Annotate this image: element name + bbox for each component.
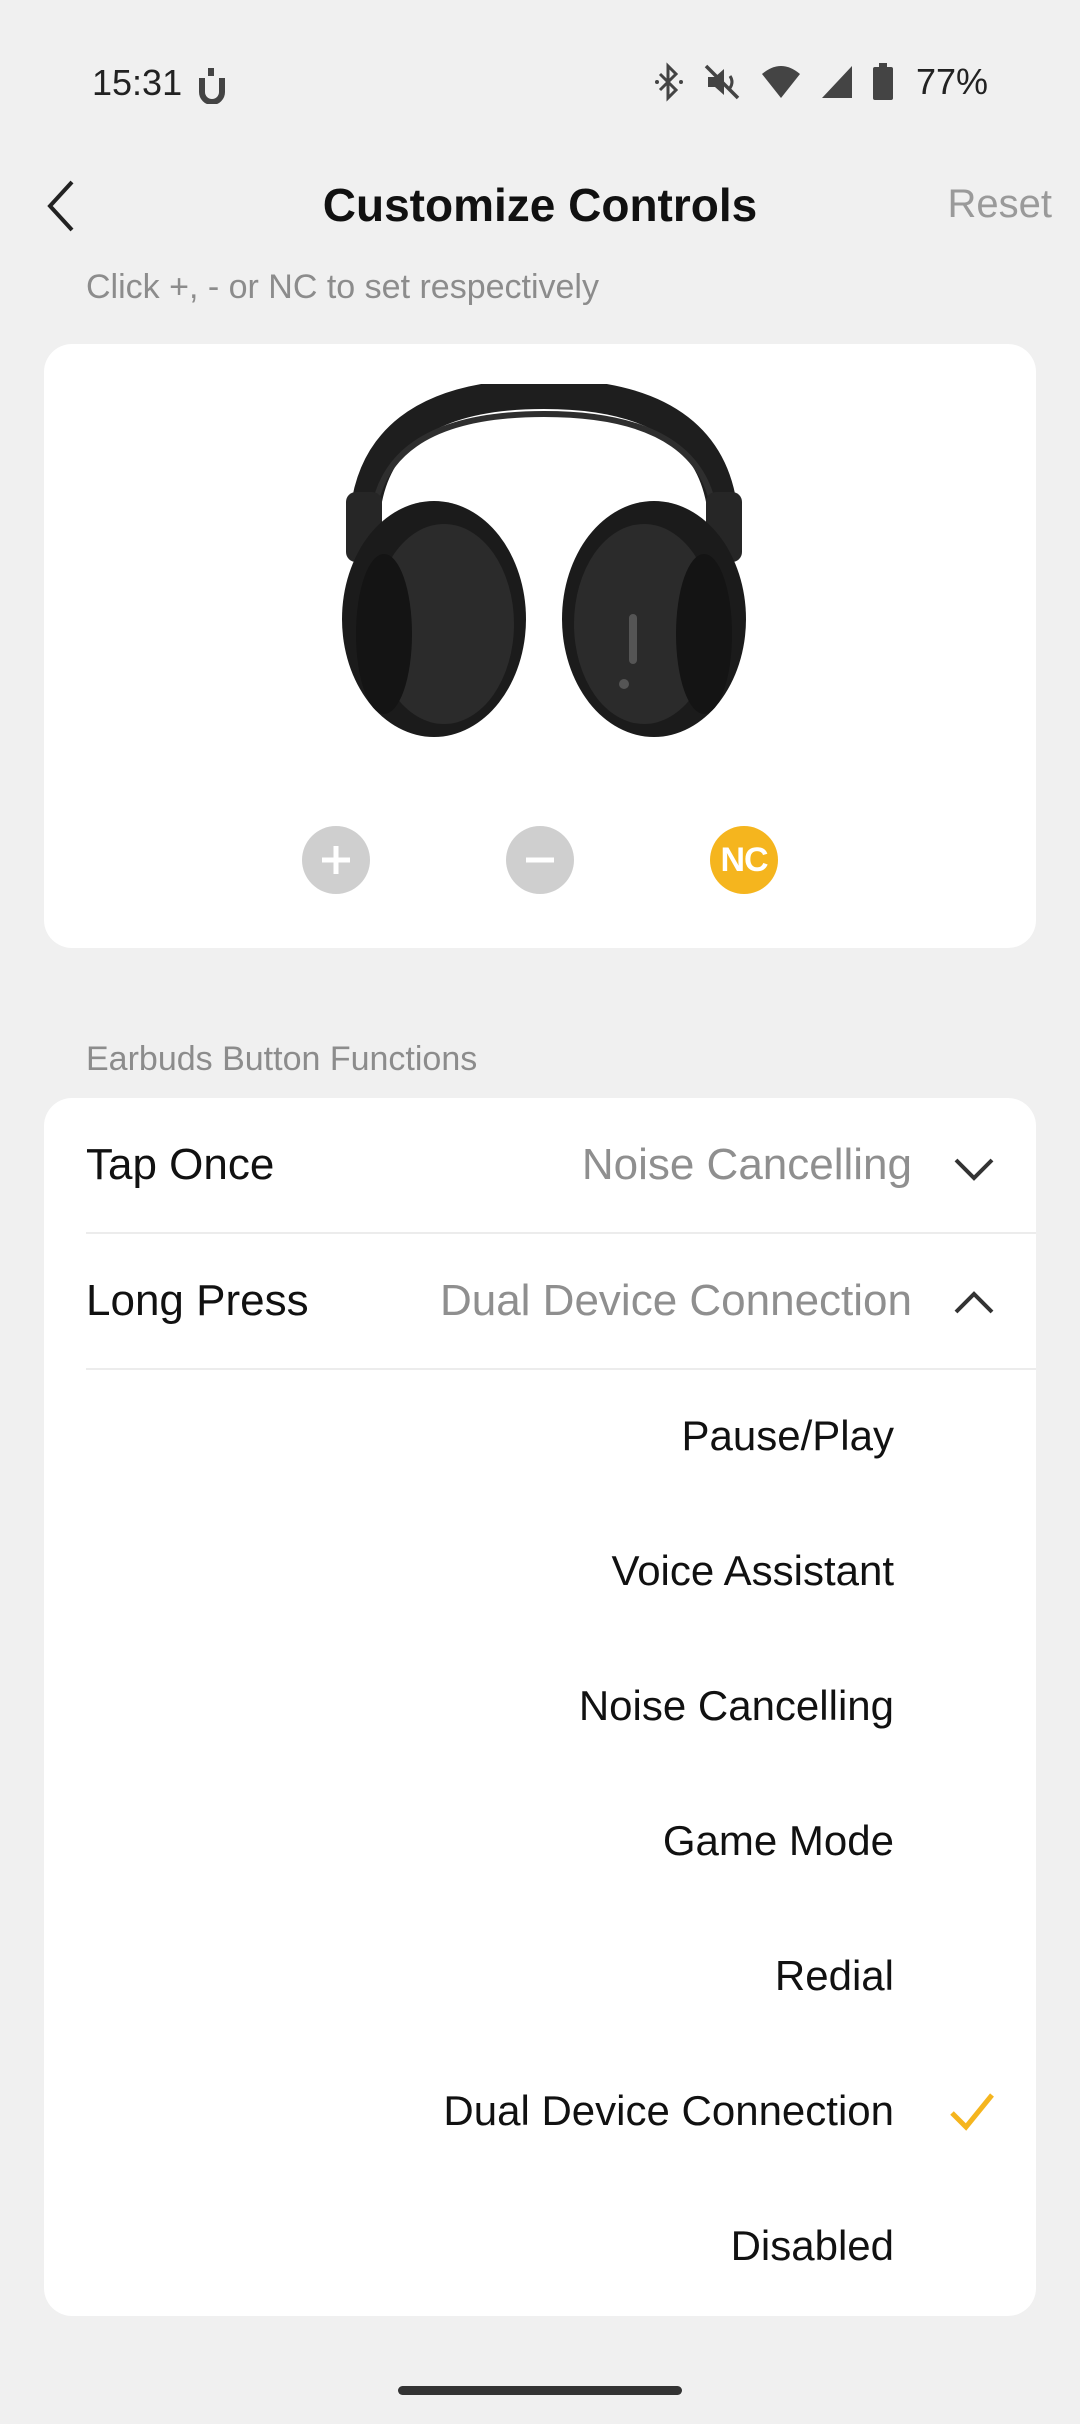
option-game-mode[interactable]: Game Mode <box>44 1775 1036 1910</box>
status-time: 15:31 <box>92 62 183 103</box>
option-redial[interactable]: Redial <box>44 1910 1036 2045</box>
plus-icon <box>322 846 350 874</box>
functions-card: Tap Once Noise Cancelling Long Press Dua… <box>44 1098 1036 2316</box>
option-label: Voice Assistant <box>611 1547 895 1594</box>
hint-text: Click +, - or NC to set respectively <box>86 268 599 306</box>
option-voice-assistant[interactable]: Voice Assistant <box>44 1505 1036 1640</box>
minus-icon <box>526 857 554 863</box>
battery-icon <box>872 63 893 100</box>
option-disabled[interactable]: Disabled <box>44 2180 1036 2315</box>
app-u-icon <box>199 68 225 104</box>
function-name: Tap Once <box>86 1140 275 1189</box>
nc-control-button[interactable]: NC <box>710 826 778 894</box>
plus-control-button[interactable] <box>302 826 370 894</box>
option-dual-device-connection[interactable]: Dual Device Connection <box>44 2045 1036 2180</box>
header: Customize Controls Reset <box>0 160 1080 250</box>
battery-percent: 77% <box>915 61 988 102</box>
option-pause-play[interactable]: Pause/Play <box>44 1370 1036 1505</box>
function-value: Noise Cancelling <box>581 1140 912 1189</box>
option-label: Pause/Play <box>681 1412 894 1459</box>
status-bar: 15:31 77% <box>0 0 1080 170</box>
section-label: Earbuds Button Functions <box>86 1040 478 1078</box>
function-row-long-press[interactable]: Long Press Dual Device Connection <box>44 1234 1036 1370</box>
headphones-image <box>342 384 746 737</box>
home-indicator[interactable] <box>398 2386 682 2395</box>
checkmark-icon <box>950 2093 994 2131</box>
bluetooth-icon <box>654 62 683 102</box>
mute-icon <box>704 64 740 100</box>
option-label: Game Mode <box>662 1817 894 1864</box>
chevron-down-icon <box>954 1158 994 1181</box>
option-label: Noise Cancelling <box>578 1682 894 1729</box>
function-value: Dual Device Connection <box>439 1276 912 1325</box>
option-noise-cancelling[interactable]: Noise Cancelling <box>44 1640 1036 1775</box>
function-row-tap-once[interactable]: Tap Once Noise Cancelling <box>44 1098 1036 1234</box>
function-name: Long Press <box>86 1276 309 1325</box>
option-label: Dual Device Connection <box>443 2087 894 2134</box>
status-icons: 77% <box>654 60 988 104</box>
device-card: NC <box>44 344 1036 948</box>
option-label: Disabled <box>730 2222 894 2269</box>
chevron-up-icon <box>954 1291 994 1314</box>
wifi-icon <box>761 66 800 98</box>
page-title: Customize Controls <box>322 179 758 231</box>
reset-button[interactable]: Reset <box>948 182 1053 227</box>
signal-icon <box>821 66 852 98</box>
option-label: Redial <box>774 1952 894 1999</box>
minus-control-button[interactable] <box>506 826 574 894</box>
